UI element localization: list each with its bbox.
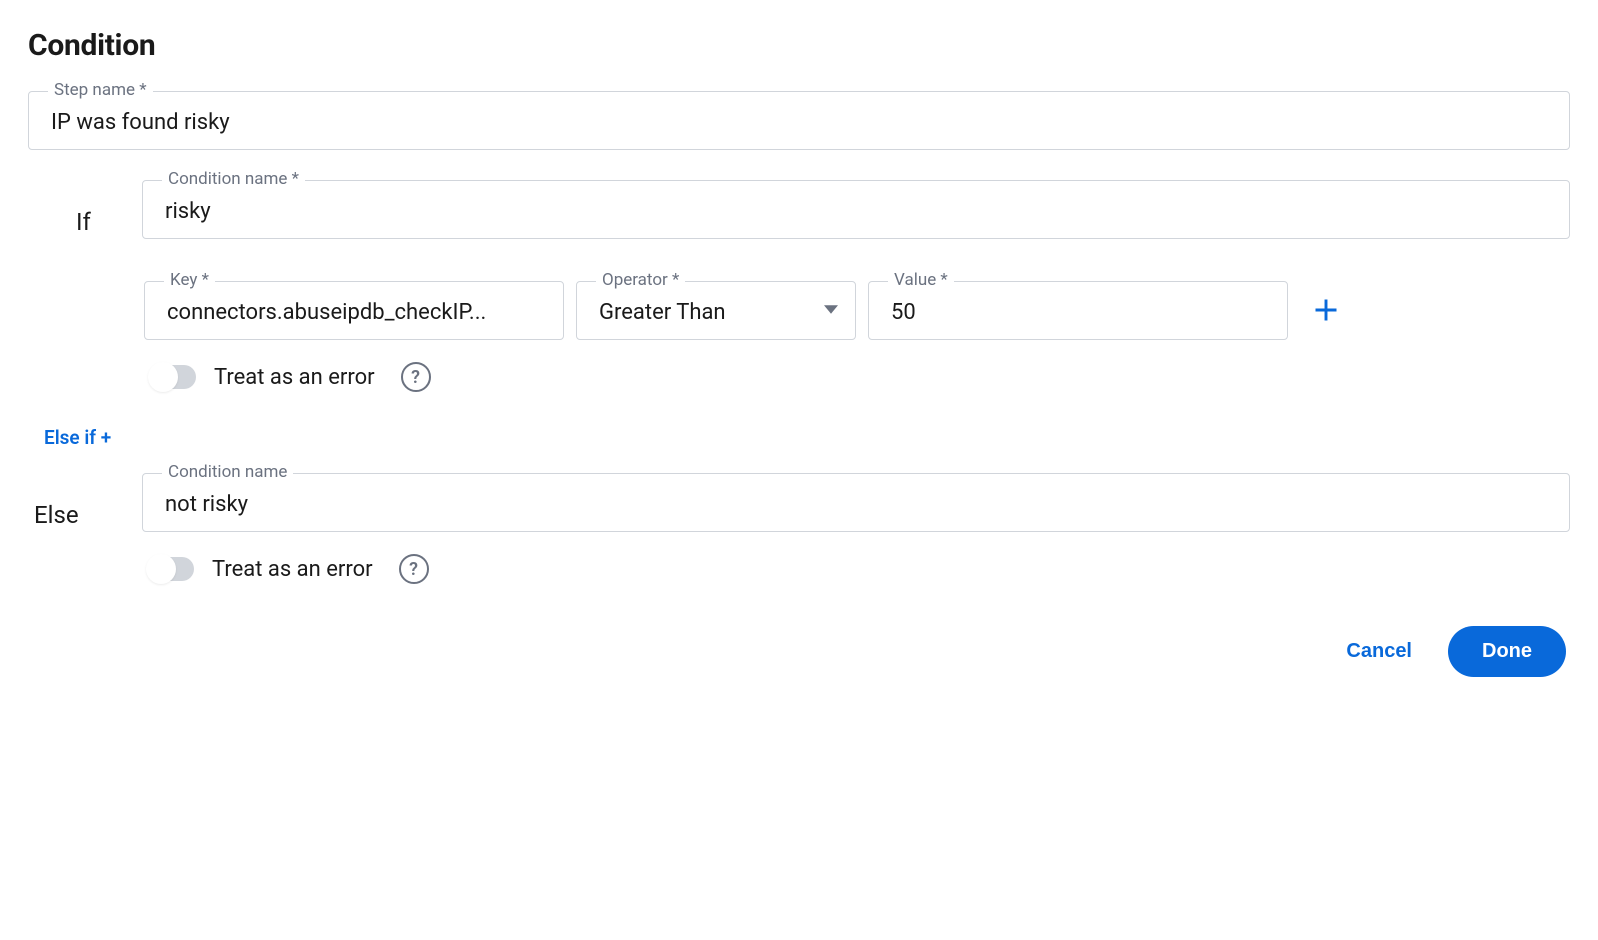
if-treat-error-row: Treat as an error ?	[144, 352, 1570, 402]
else-treat-error-label: Treat as an error	[212, 557, 373, 582]
if-condition-name-field: Condition name *	[142, 180, 1570, 239]
else-treat-error-toggle[interactable]	[150, 557, 194, 581]
operator-label: Operator *	[596, 270, 685, 290]
step-name-label: Step name *	[48, 80, 153, 100]
if-treat-error-label: Treat as an error	[214, 365, 375, 390]
else-treat-error-row: Treat as an error ?	[142, 544, 1570, 594]
if-condition-name-label: Condition name *	[162, 169, 305, 189]
else-condition-name-input[interactable]	[142, 473, 1570, 532]
done-button[interactable]: Done	[1448, 626, 1566, 677]
else-if-button[interactable]: Else if +	[28, 402, 111, 473]
help-icon[interactable]: ?	[401, 362, 431, 392]
if-branch: If Condition name *	[28, 180, 1570, 269]
value-label: Value *	[888, 270, 954, 290]
if-treat-error-toggle[interactable]	[152, 365, 196, 389]
key-label: Key *	[164, 270, 215, 290]
else-branch: Else Condition name Treat as an error ?	[28, 473, 1570, 594]
if-label: If	[28, 180, 118, 236]
step-name-input[interactable]	[28, 91, 1570, 150]
else-condition-name-label: Condition name	[162, 462, 293, 482]
cancel-button[interactable]: Cancel	[1332, 630, 1426, 673]
else-condition-name-field: Condition name	[142, 473, 1570, 532]
help-icon[interactable]: ?	[399, 554, 429, 584]
if-condition-name-input[interactable]	[142, 180, 1570, 239]
condition-expression-row: Key * Operator * Value *	[144, 281, 1570, 340]
footer: Cancel Done	[28, 626, 1570, 677]
add-condition-button[interactable]	[1308, 292, 1344, 328]
value-field: Value *	[868, 281, 1288, 340]
else-label: Else	[28, 473, 118, 529]
operator-field: Operator *	[576, 281, 856, 340]
step-name-field: Step name *	[28, 91, 1570, 150]
page-title: Condition	[28, 28, 1570, 63]
key-field: Key *	[144, 281, 564, 340]
